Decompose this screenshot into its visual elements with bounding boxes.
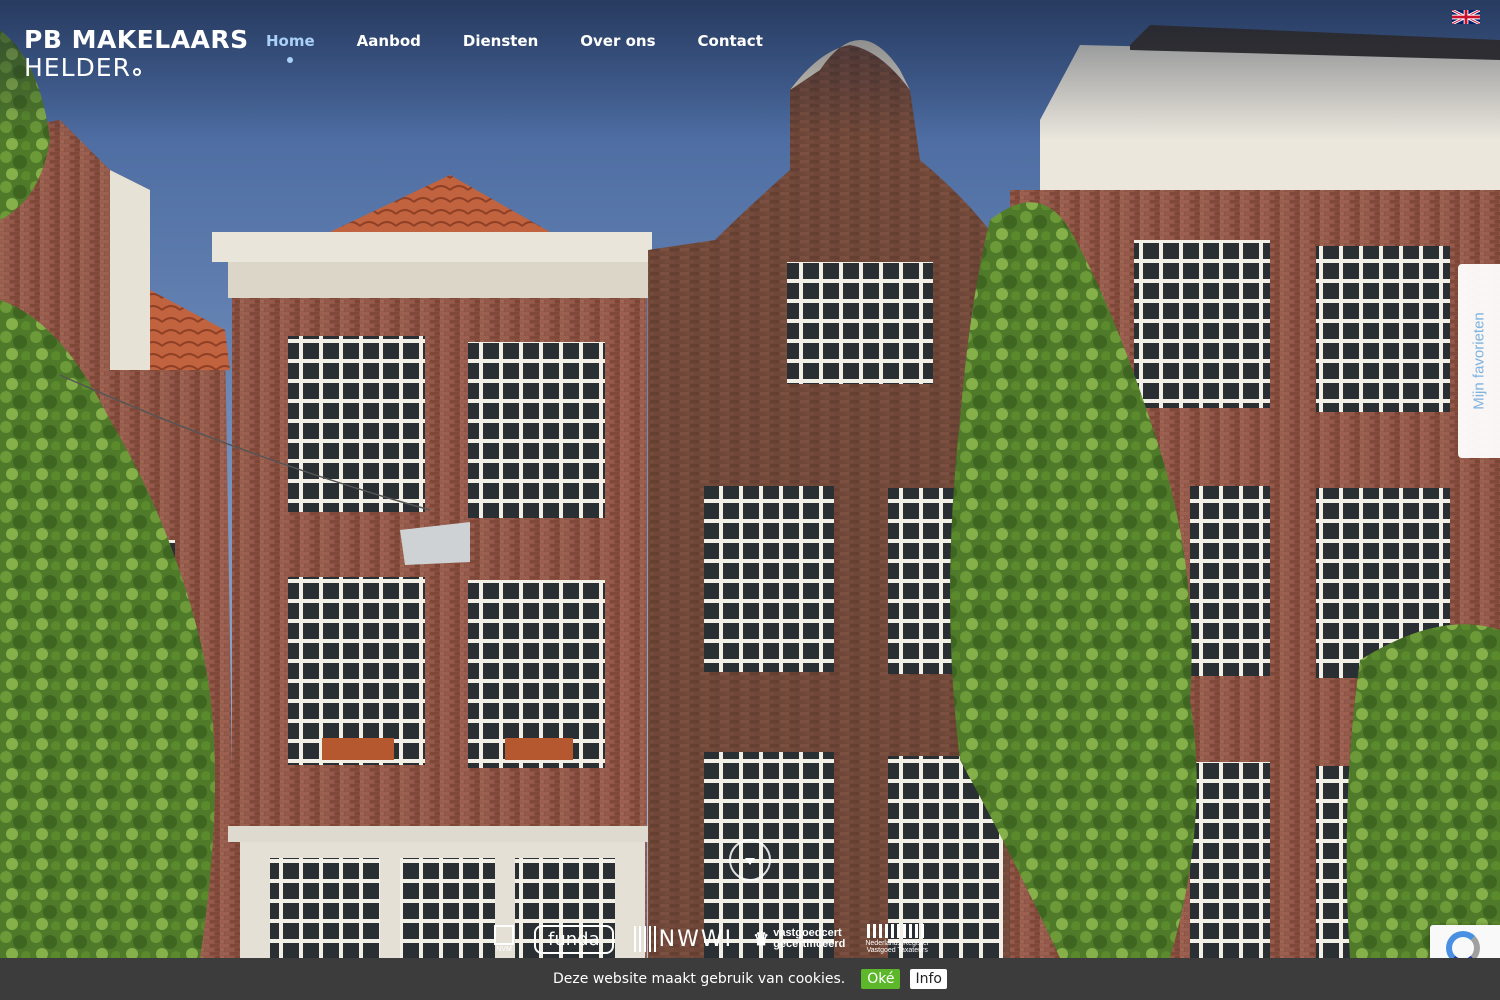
favorites-tab-label: Mijn favorieten bbox=[1470, 312, 1488, 410]
logo-line-1: PB MAKELAARS bbox=[24, 25, 249, 54]
uk-flag-icon[interactable] bbox=[1452, 10, 1480, 24]
cookie-info-button[interactable]: Info bbox=[910, 969, 947, 989]
cookie-bar: Deze website maakt gebruik van cookies. … bbox=[0, 958, 1500, 1000]
partner-logos: NVM funda NWWI ♛ vastgoedcert gecertific… bbox=[494, 922, 949, 956]
cookie-ok-button[interactable]: Oké bbox=[861, 969, 901, 989]
nvm-logo[interactable]: NVM bbox=[494, 925, 514, 953]
nrvt-line-2: Vastgoed Taxateurs bbox=[866, 947, 928, 954]
crown-icon: ♛ bbox=[753, 928, 770, 949]
nwwi-label: NWWI bbox=[658, 926, 734, 952]
recaptcha-icon bbox=[1446, 931, 1480, 959]
favorites-tab[interactable]: Mijn favorieten bbox=[1458, 264, 1500, 458]
cookie-message: Deze website maakt gebruik van cookies. bbox=[553, 971, 846, 987]
canal-houses-photo bbox=[0, 0, 1500, 958]
scroll-down-button[interactable] bbox=[729, 839, 771, 881]
nav-contact[interactable]: Contact bbox=[698, 32, 763, 50]
funda-label: funda bbox=[548, 928, 600, 950]
hero-image bbox=[0, 0, 1500, 958]
logo-dot-icon bbox=[132, 68, 141, 76]
nav-aanbod[interactable]: Aanbod bbox=[357, 32, 421, 50]
nvm-house-icon bbox=[494, 925, 514, 945]
skyline-icon bbox=[867, 924, 928, 938]
nav-diensten[interactable]: Diensten bbox=[463, 32, 538, 50]
funda-logo[interactable]: funda bbox=[534, 924, 614, 954]
nav-over-ons[interactable]: Over ons bbox=[580, 32, 655, 50]
nrvt-logo[interactable]: Nederlands Register Vastgoed Taxateurs bbox=[865, 924, 929, 954]
nvm-label: NVM bbox=[496, 946, 512, 953]
main-nav: Home Aanbod Diensten Over ons Contact bbox=[266, 32, 805, 63]
logo-line-2: HELDER bbox=[24, 53, 131, 82]
recaptcha-badge[interactable] bbox=[1430, 925, 1500, 959]
logo[interactable]: PB MAKELAARS HELDER bbox=[24, 26, 249, 82]
nwwi-bars-icon bbox=[633, 926, 656, 952]
vastgoedcert-logo[interactable]: ♛ vastgoedcert gecertificeerd bbox=[753, 928, 845, 950]
nav-home[interactable]: Home bbox=[266, 32, 315, 63]
nwwi-logo[interactable]: NWWI bbox=[633, 926, 734, 952]
vastgoedcert-line-2: gecertificeerd bbox=[773, 938, 846, 950]
nrvt-line-1: Nederlands Register bbox=[865, 940, 930, 947]
